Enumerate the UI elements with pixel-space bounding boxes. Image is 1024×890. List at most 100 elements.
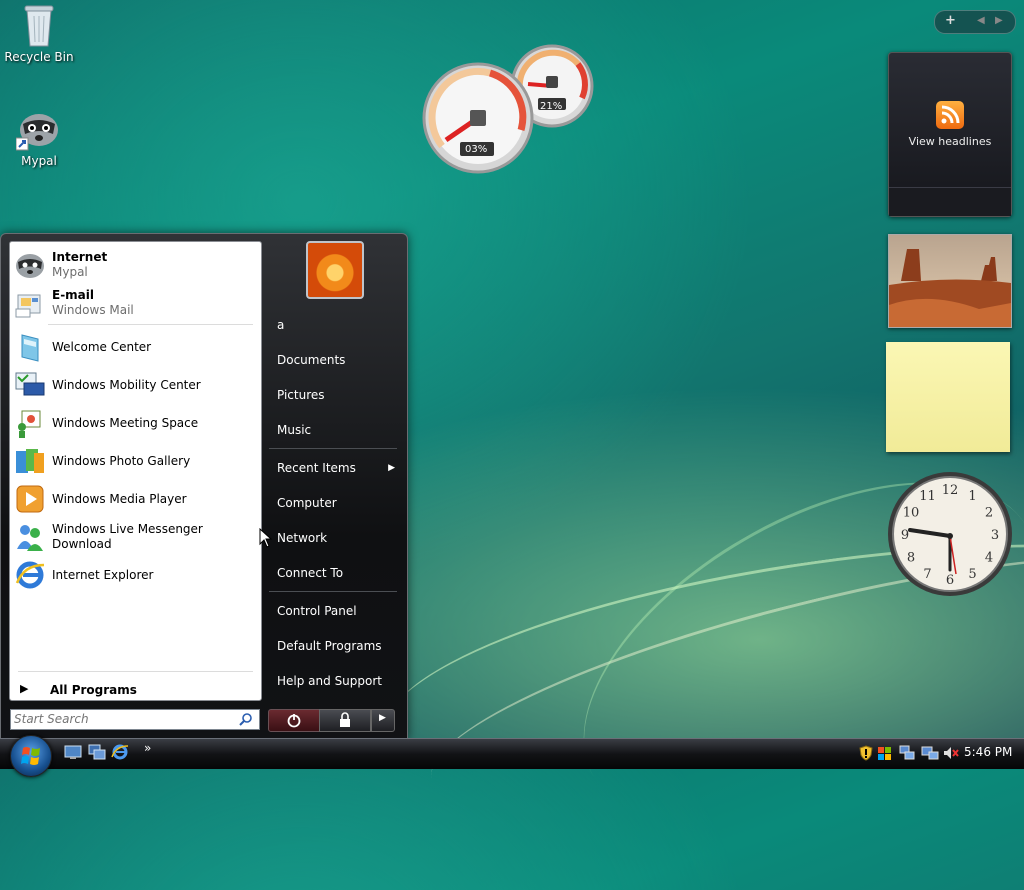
pinned-title: Internet — [52, 250, 108, 264]
clock-numeral: 5 — [968, 567, 976, 582]
recent-photo-gallery[interactable]: Windows Photo Gallery — [12, 443, 258, 479]
network-status-icon[interactable] — [921, 745, 939, 761]
add-gadget-icon[interactable]: + — [945, 13, 956, 28]
welcome-center-icon — [21, 334, 39, 362]
desktop-icon-mypal[interactable]: Mypal — [1, 106, 77, 168]
view-headlines-label[interactable]: View headlines — [889, 135, 1011, 148]
security-shield-icon[interactable] — [859, 745, 873, 761]
previous-icon[interactable]: ◀ — [977, 15, 985, 26]
arrow-right-icon: ▶ — [379, 713, 386, 723]
memory-usage-label: 21% — [540, 101, 563, 112]
recent-welcome-center[interactable]: Welcome Center — [12, 329, 258, 365]
pinned-subtitle: Mypal — [52, 265, 88, 279]
monument-valley-image — [889, 235, 1011, 327]
switch-windows-icon — [88, 744, 106, 760]
volume-muted-icon[interactable] — [943, 745, 959, 761]
link-user-folder[interactable]: a — [268, 310, 398, 340]
link-documents[interactable]: Documents — [268, 345, 398, 375]
link-recent-items[interactable]: Recent Items ▶ — [268, 453, 398, 483]
taskbar-clock[interactable]: 5:46 PM — [964, 745, 1012, 759]
clock-numeral: 12 — [942, 483, 959, 498]
power-button[interactable] — [268, 709, 320, 732]
pinned-subtitle: Windows Mail — [52, 303, 134, 317]
user-picture[interactable] — [306, 241, 364, 299]
mouse-cursor-icon — [259, 528, 273, 548]
pinned-email[interactable]: E-mail Windows Mail — [12, 285, 258, 321]
quick-launch-overflow[interactable]: » — [144, 741, 151, 755]
notes-gadget[interactable] — [886, 342, 1010, 452]
slideshow-gadget[interactable] — [888, 234, 1012, 328]
search-icon[interactable] — [239, 712, 253, 726]
next-icon[interactable]: ▶ — [995, 15, 1003, 26]
messenger-icon — [17, 525, 43, 551]
raccoon-icon — [16, 254, 44, 278]
program-label: Welcome Center — [52, 339, 152, 354]
feed-footer — [889, 187, 1011, 216]
cpu-usage-label: 03% — [465, 144, 488, 155]
network-icon[interactable] — [899, 745, 915, 761]
pinned-title: E-mail — [52, 288, 95, 302]
pinned-internet[interactable]: Internet Mypal — [12, 247, 258, 283]
mail-icon — [15, 294, 41, 318]
all-programs-button[interactable]: ▶ All Programs — [10, 680, 260, 698]
program-label: Windows Live Messenger Download — [52, 522, 203, 551]
switch-windows-button[interactable] — [88, 743, 106, 761]
program-label: Windows Media Player — [52, 491, 187, 506]
recent-messenger-download[interactable]: Windows Live Messenger Download — [12, 519, 258, 555]
clock-numeral: 8 — [907, 551, 915, 566]
desktop-icon-recycle-bin[interactable]: Recycle Bin — [1, 2, 77, 64]
start-menu: Internet Mypal E-mail Windows Mail Welco… — [0, 233, 408, 740]
power-icon — [287, 714, 301, 728]
divider — [18, 671, 253, 672]
divider — [48, 324, 253, 325]
link-network[interactable]: Network — [268, 523, 398, 553]
clock-numeral: 7 — [923, 567, 931, 582]
meeting-space-icon — [18, 410, 41, 438]
internet-explorer-icon — [111, 744, 129, 760]
clock-numeral: 10 — [903, 506, 920, 521]
shutdown-options-button[interactable]: ▶ — [371, 709, 395, 732]
arrow-right-icon: ▶ — [20, 682, 29, 695]
start-button[interactable] — [10, 735, 52, 777]
link-pictures[interactable]: Pictures — [268, 380, 398, 410]
show-desktop-button[interactable] — [64, 743, 82, 761]
recent-media-player[interactable]: Windows Media Player — [12, 481, 258, 517]
link-music[interactable]: Music — [268, 415, 398, 445]
link-computer[interactable]: Computer — [268, 488, 398, 518]
divider — [269, 591, 397, 592]
lock-icon — [340, 712, 350, 727]
lock-button[interactable] — [319, 709, 371, 732]
internet-explorer-quicklaunch[interactable] — [111, 743, 129, 761]
recent-mobility-center[interactable]: Windows Mobility Center — [12, 367, 258, 403]
link-help-support[interactable]: Help and Support — [268, 666, 398, 696]
clock-numeral: 9 — [901, 528, 909, 543]
mobility-center-icon — [15, 372, 45, 396]
programs-pane: Internet Mypal E-mail Windows Mail Welco… — [9, 241, 262, 701]
program-label: Windows Meeting Space — [52, 415, 199, 430]
link-control-panel[interactable]: Control Panel — [268, 596, 398, 626]
link-label: Recent Items — [277, 461, 356, 475]
desktop-icon-label: Recycle Bin — [4, 50, 74, 64]
feed-headlines-gadget[interactable]: View headlines — [888, 52, 1012, 217]
link-default-programs[interactable]: Default Programs — [268, 631, 398, 661]
link-connect-to[interactable]: Connect To — [268, 558, 398, 588]
clock-numeral: 6 — [946, 573, 954, 588]
recent-internet-explorer[interactable]: Internet Explorer — [12, 557, 258, 593]
show-desktop-icon — [64, 745, 82, 759]
start-search-box[interactable] — [10, 709, 260, 730]
desktop-icon-label: Mypal — [21, 154, 57, 168]
sidebar-controls[interactable]: + ◀ ▶ — [934, 10, 1016, 34]
clock-numeral: 1 — [968, 489, 976, 504]
start-search-input[interactable] — [14, 711, 234, 727]
recent-meeting-space[interactable]: Windows Meeting Space — [12, 405, 258, 441]
flag-icon[interactable] — [877, 745, 893, 761]
submenu-arrow-icon: ▶ — [388, 463, 395, 473]
cpu-meter-gadget[interactable]: 21% 03% — [420, 42, 596, 176]
program-label: Windows Photo Gallery — [52, 453, 191, 468]
media-player-icon — [16, 485, 44, 513]
internet-explorer-icon — [15, 561, 45, 589]
clock-numeral: 11 — [919, 489, 936, 504]
clock-numeral: 3 — [991, 528, 999, 543]
clock-gadget[interactable]: 12 1 2 3 4 5 6 7 8 9 10 11 — [886, 470, 1014, 600]
photo-gallery-icon — [16, 449, 44, 473]
